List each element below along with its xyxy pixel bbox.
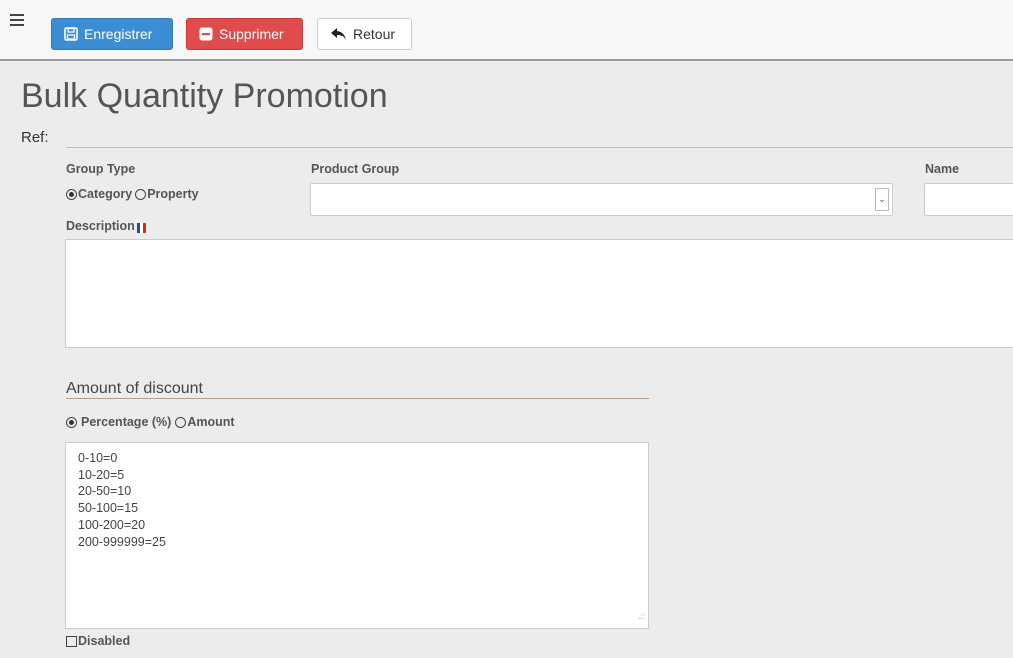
product-group-label: Product Group — [311, 162, 400, 176]
name-label: Name — [925, 162, 960, 176]
percentage-radio-label: Percentage (%) — [81, 415, 172, 429]
description-textarea[interactable] — [65, 239, 1013, 348]
discount-tiers-textarea[interactable]: 0-10=0 10-20=5 20-50=10 50-100=15 100-20… — [65, 442, 649, 629]
tier-line: 50-100=15 — [78, 501, 139, 516]
minus-square-icon — [199, 27, 213, 41]
back-button-label: Retour — [353, 26, 396, 42]
tier-line: 10-20=5 — [78, 467, 125, 482]
description-label: Description — [66, 219, 135, 233]
percentage-radio[interactable] — [66, 416, 77, 428]
discount-section-title: Amount of discount — [66, 380, 203, 397]
floppy-disk-icon — [64, 27, 78, 41]
discount-section-divider — [66, 398, 649, 399]
back-button[interactable]: Retour — [317, 18, 412, 50]
name-input[interactable] — [924, 183, 1013, 216]
category-radio[interactable] — [66, 188, 77, 200]
ref-divider — [66, 147, 1013, 148]
page-title: Bulk Quantity Promotion — [21, 77, 388, 115]
reply-arrow-icon — [331, 28, 346, 40]
category-radio-label: Category — [78, 187, 133, 201]
discount-type-radios: Percentage (%) Amount — [66, 415, 235, 429]
tier-line: 200-999999=25 — [78, 534, 166, 549]
property-radio[interactable] — [135, 188, 147, 200]
disabled-label: Disabled — [78, 634, 131, 648]
property-radio-label: Property — [147, 187, 199, 201]
tier-line: 100-200=20 — [78, 517, 146, 532]
ref-label: Ref: — [21, 129, 49, 146]
disabled-row: Disabled — [66, 634, 130, 648]
product-group-select[interactable]: ⌄ — [310, 183, 893, 216]
french-flag-icon — [136, 222, 147, 233]
toolbar-divider — [0, 59, 1013, 61]
group-type-radios: Category Property — [66, 187, 199, 201]
group-type-label: Group Type — [66, 162, 136, 176]
description-label-row: Description — [66, 219, 147, 233]
disabled-checkbox[interactable] — [66, 635, 77, 647]
resize-handle-icon[interactable]: .:: — [638, 609, 645, 626]
tier-line: 0-10=0 — [78, 451, 118, 465]
amount-radio[interactable] — [175, 416, 187, 428]
tier-line: 20-50=10 — [78, 484, 132, 499]
amount-radio-label: Amount — [187, 415, 235, 429]
save-button[interactable]: Enregistrer — [51, 18, 173, 50]
toolbar: Enregistrer Supprimer Retour — [0, 0, 1013, 60]
delete-button-label: Supprimer — [219, 26, 284, 42]
chevron-down-icon[interactable]: ⌄ — [875, 188, 889, 211]
save-button-label: Enregistrer — [84, 26, 153, 42]
delete-button[interactable]: Supprimer — [186, 18, 303, 50]
menu-icon[interactable] — [10, 14, 24, 26]
